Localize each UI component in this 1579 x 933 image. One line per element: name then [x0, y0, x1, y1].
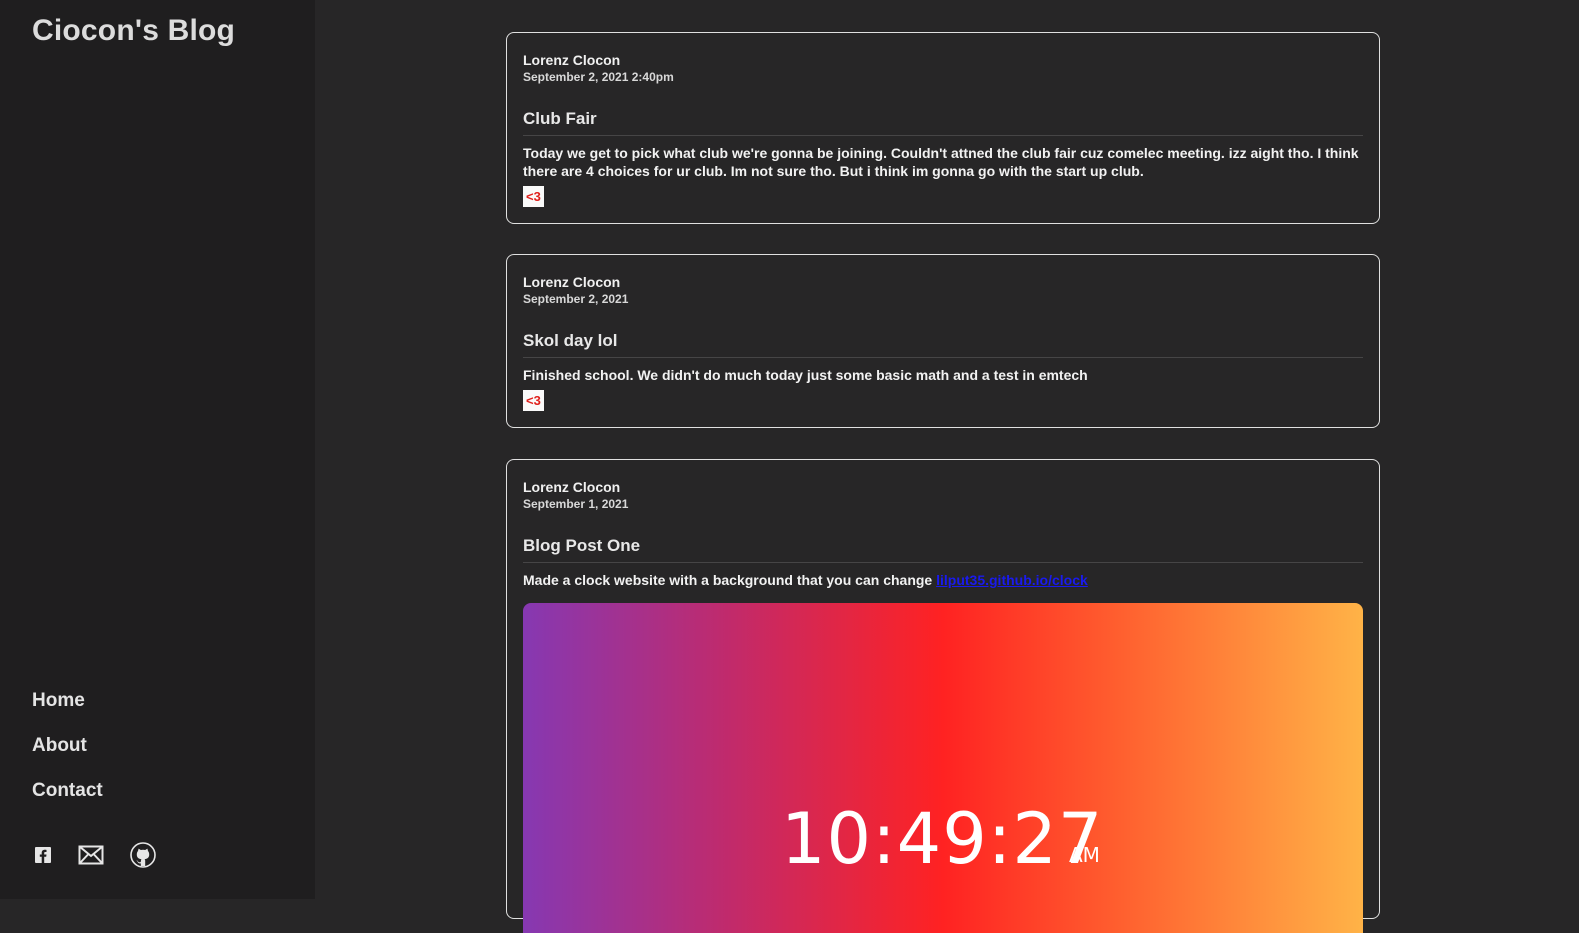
post-card: Lorenz Clocon September 2, 2021 Skol day…: [506, 254, 1380, 428]
heart-badge[interactable]: <3: [523, 390, 544, 411]
post-card: Lorenz Clocon September 1, 2021 Blog Pos…: [506, 459, 1380, 933]
post-date: September 2, 2021 2:40pm: [523, 70, 674, 84]
clock-screenshot: 10:49:27 AM: [523, 603, 1363, 933]
clock-link[interactable]: lilput35.github.io/clock: [936, 572, 1088, 588]
main-feed: Lorenz Clocon September 2, 2021 2:40pm C…: [315, 0, 1579, 933]
post-body: Today we get to pick what club we're gon…: [523, 145, 1359, 179]
post-title: Club Fair: [523, 107, 1363, 136]
post-card: Lorenz Clocon September 2, 2021 2:40pm C…: [506, 32, 1380, 224]
post-date: September 2, 2021: [523, 292, 629, 306]
clock-time: 10:49:27: [781, 798, 1104, 880]
mail-icon[interactable]: [78, 845, 104, 865]
post-author: Lorenz Clocon: [523, 274, 621, 290]
nav-about-link[interactable]: About: [32, 733, 103, 778]
heart-badge[interactable]: <3: [523, 186, 544, 207]
post-title: Skol day lol: [523, 329, 1363, 358]
post-body: Made a clock website with a background t…: [523, 571, 1363, 589]
post-body: Finished school. We didn't do much today…: [523, 367, 1088, 383]
post-body-text: Made a clock website with a background t…: [523, 572, 933, 588]
nav-contact-link[interactable]: Contact: [32, 778, 103, 823]
post-title: Blog Post One: [523, 534, 1363, 563]
social-links: [34, 842, 156, 868]
github-icon[interactable]: [130, 842, 156, 868]
sidebar-nav: Home About Contact: [32, 688, 103, 823]
clock-ampm: AM: [1069, 843, 1100, 867]
post-author: Lorenz Clocon: [523, 479, 621, 495]
sidebar: Ciocon's Blog Home About Contact: [0, 0, 315, 899]
post-author: Lorenz Clocon: [523, 52, 621, 68]
facebook-icon[interactable]: [34, 846, 52, 864]
post-date: September 1, 2021: [523, 497, 629, 511]
nav-home-link[interactable]: Home: [32, 688, 103, 733]
blog-title[interactable]: Ciocon's Blog: [32, 14, 235, 48]
